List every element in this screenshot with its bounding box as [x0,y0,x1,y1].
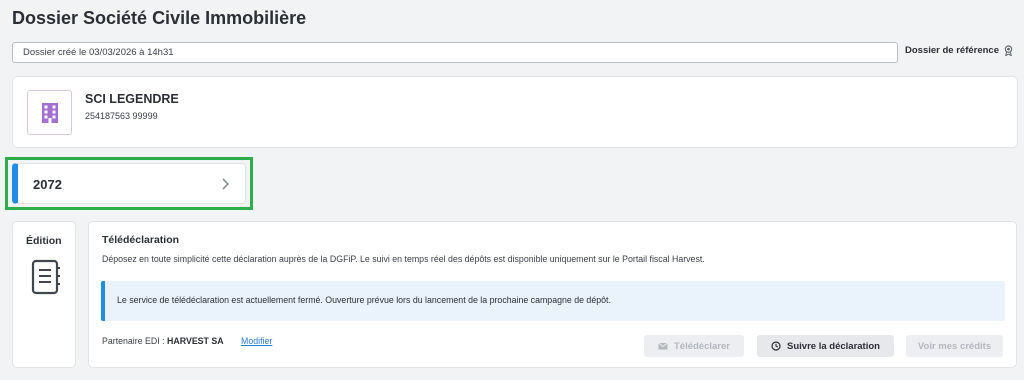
modify-partner-link[interactable]: Modifier [241,336,272,346]
award-badge-icon [1004,45,1013,56]
envelope-icon [658,342,668,350]
teledeclaration-title: Télédéclaration [102,234,180,246]
teledeclarer-button[interactable]: Télédéclarer [644,335,744,357]
reference-dossier-toggle[interactable]: Dossier de référence [905,45,1014,56]
reference-dossier-label: Dossier de référence [905,45,999,56]
chevron-right-icon [222,178,230,190]
edi-partner-label: Partenaire EDI : [102,336,165,346]
edition-card[interactable]: Édition [12,221,76,368]
voir-credits-button[interactable]: Voir mes crédits [906,335,1003,357]
voir-credits-label: Voir mes crédits [917,340,992,352]
dossier-created-field[interactable] [12,42,898,63]
notebook-icon [31,259,60,295]
form-2072-selector[interactable]: 2072 [12,163,246,204]
teledeclarer-label: Télédéclarer [674,340,730,352]
teledeclaration-description: Déposez en toute simplicité cette déclar… [102,254,705,264]
building-icon [41,102,58,123]
company-card: SCI LEGENDRE 254187563 99999 [12,76,1018,148]
edi-partner-name: HARVEST SA [167,336,224,346]
form-number-label: 2072 [33,177,62,192]
clock-icon [771,341,781,351]
company-name: SCI LEGENDRE [85,92,179,106]
teledeclaration-card: Télédéclaration Déposez en toute simplic… [88,221,1017,368]
info-alert-text: Le service de télédéclaration est actuel… [117,295,611,305]
page-title: Dossier Société Civile Immobilière [12,8,307,28]
suivre-declaration-label: Suivre la déclaration [787,340,880,352]
suivre-declaration-button[interactable]: Suivre la déclaration [757,335,894,357]
edition-title: Édition [26,235,62,247]
company-logo [27,90,72,135]
info-alert: Le service de télédéclaration est actuel… [101,281,1005,321]
edi-partner: Partenaire EDI : HARVEST SA [102,336,224,346]
company-siret: 254187563 99999 [85,111,158,121]
